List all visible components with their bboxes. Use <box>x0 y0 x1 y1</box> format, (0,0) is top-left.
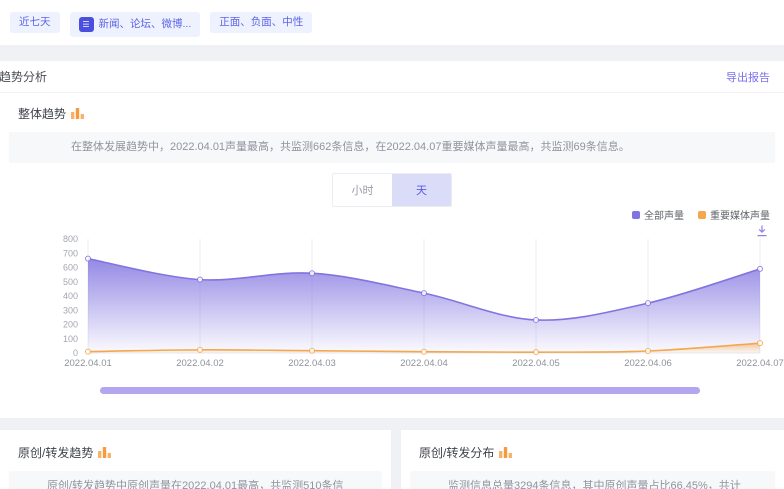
chart-legend: 全部声量 重要媒体声量 <box>0 209 770 221</box>
filter-bar: 近七天 ☰ 新闻、论坛、微博... 正面、负面、中性 <box>0 0 784 45</box>
svg-text:2022.04.03: 2022.04.03 <box>288 358 336 369</box>
date-range-chip-label: 近七天 <box>19 17 51 28</box>
legend-item-media-volume[interactable]: 重要媒体声量 <box>698 207 770 222</box>
sources-icon: ☰ <box>79 17 94 32</box>
legend-label-all-volume: 全部声量 <box>644 207 684 222</box>
bottom-cards-row: 原创/转发趋势 原创/转发趋势中原创声量在2022.04.01最高，共监测510… <box>0 430 784 489</box>
svg-text:2022.04.04: 2022.04.04 <box>400 358 448 369</box>
overall-trend-summary: 在整体发展趋势中，2022.04.01声量最高，共监测662条信息，在2022.… <box>9 132 775 163</box>
svg-text:100: 100 <box>63 333 78 343</box>
svg-text:200: 200 <box>63 319 78 329</box>
bar-chart-icon <box>71 108 84 119</box>
sentiment-chip-label: 正面、负面、中性 <box>219 17 303 28</box>
original-repost-trend-card: 原创/转发趋势 原创/转发趋势中原创声量在2022.04.01最高，共监测510… <box>0 430 391 489</box>
original-repost-distribution-card: 原创/转发分布 监测信息总量3294条信息，其中原创声量占比66.45%，共计2… <box>401 430 784 489</box>
svg-text:700: 700 <box>63 248 78 258</box>
panel-body: 整体趋势 在整体发展趋势中，2022.04.01声量最高，共监测662条信息，在… <box>0 93 784 418</box>
svg-text:500: 500 <box>63 276 78 286</box>
overall-trend-title-row: 整体趋势 <box>18 105 784 122</box>
original-repost-trend-title-row: 原创/转发趋势 <box>18 444 391 461</box>
svg-text:400: 400 <box>63 291 78 301</box>
svg-text:800: 800 <box>63 234 78 244</box>
date-range-chip[interactable]: 近七天 <box>10 12 60 33</box>
svg-text:600: 600 <box>63 262 78 272</box>
download-icon <box>756 225 768 237</box>
toggle-hour-button[interactable]: 小时 <box>333 174 392 206</box>
original-repost-trend-summary: 原创/转发趋势中原创声量在2022.04.01最高，共监测510条信息；转发声量… <box>9 471 382 489</box>
overall-trend-title: 整体趋势 <box>18 105 66 122</box>
svg-text:2022.04.07: 2022.04.07 <box>736 358 784 369</box>
bar-chart-icon <box>499 447 512 458</box>
sources-chip[interactable]: ☰ 新闻、论坛、微博... <box>70 12 201 37</box>
export-report-link[interactable]: 导出报告 <box>726 69 770 85</box>
svg-text:2022.04.06: 2022.04.06 <box>624 358 672 369</box>
download-chart-button[interactable] <box>756 225 768 237</box>
legend-item-all-volume[interactable]: 全部声量 <box>632 207 684 222</box>
original-repost-distribution-title-row: 原创/转发分布 <box>419 444 784 461</box>
panel-header: 趋势分析 导出报告 <box>0 61 784 93</box>
spacer <box>0 45 784 61</box>
svg-text:300: 300 <box>63 305 78 315</box>
legend-swatch-orange <box>698 211 706 219</box>
trend-area-chart: 2022.04.01 2022.04.02 2022.04.03 2022.04.04… <box>0 221 784 371</box>
legend-swatch-purple <box>632 211 640 219</box>
page-title: 趋势分析 <box>0 68 47 85</box>
svg-text:0: 0 <box>73 348 78 358</box>
svg-text:2022.04.01: 2022.04.01 <box>64 358 112 369</box>
granularity-toggle: 小时 天 <box>332 173 452 207</box>
trend-analysis-panel: 趋势分析 导出报告 整体趋势 在整体发展趋势中，2022.04.01声量最高，共… <box>0 61 784 418</box>
chart-zoom-scrollbar[interactable] <box>100 387 700 394</box>
bar-chart-icon <box>98 447 111 458</box>
original-repost-distribution-title: 原创/转发分布 <box>419 444 494 461</box>
svg-text:2022.04.05: 2022.04.05 <box>512 358 560 369</box>
svg-text:2022.04.02: 2022.04.02 <box>176 358 224 369</box>
toggle-day-button[interactable]: 天 <box>392 174 451 206</box>
legend-label-media-volume: 重要媒体声量 <box>710 207 770 222</box>
sentiment-chip[interactable]: 正面、负面、中性 <box>210 12 312 33</box>
chart-zoom-track <box>100 387 700 394</box>
sources-chip-label: 新闻、论坛、微博... <box>99 19 192 30</box>
chart-area: 全部声量 重要媒体声量 2022.04.012022.04.022022.04.… <box>0 209 784 394</box>
original-repost-distribution-summary: 监测信息总量3294条信息，其中原创声量占比66.45%，共计2189条信息；转… <box>410 471 775 489</box>
original-repost-trend-title: 原创/转发趋势 <box>18 444 93 461</box>
